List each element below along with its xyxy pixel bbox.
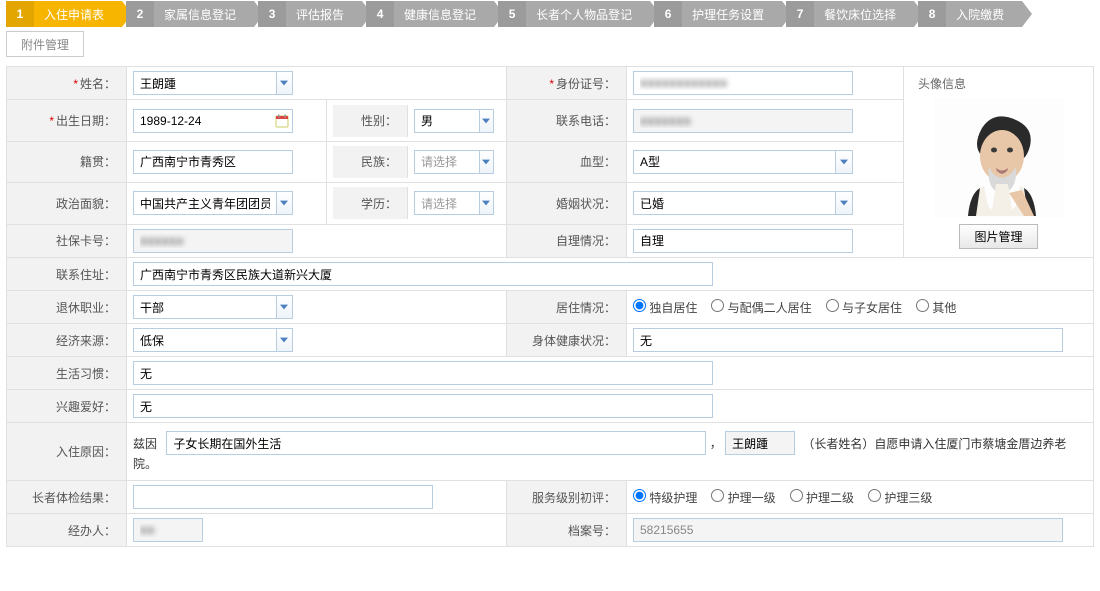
health-input[interactable]	[633, 328, 1063, 352]
reason-text-input[interactable]	[166, 431, 706, 455]
lbl-idcard: *身份证号：	[507, 67, 627, 100]
blood-select[interactable]	[633, 150, 853, 174]
self-care-input[interactable]	[633, 229, 853, 253]
retire-job-select[interactable]	[133, 295, 293, 319]
tab-attachments[interactable]: 附件管理	[6, 31, 84, 57]
exam-result-input[interactable]	[133, 485, 433, 509]
habit-input[interactable]	[133, 361, 713, 385]
social-no-input[interactable]	[133, 229, 293, 253]
service-option[interactable]: 护理二级	[790, 491, 854, 505]
tab-4[interactable]: 4健康信息登记	[366, 1, 494, 27]
tab-2[interactable]: 2家属信息登记	[126, 1, 254, 27]
gender-select[interactable]	[414, 109, 494, 133]
service-option[interactable]: 护理三级	[868, 491, 932, 505]
tab-1[interactable]: 1入住申请表	[6, 1, 122, 27]
wizard-tabs: 1入住申请表2家属信息登记3评估报告4健康信息登记5长者个人物品登记6护理任务设…	[6, 0, 1094, 58]
tab-6[interactable]: 6护理任务设置	[654, 1, 782, 27]
idcard-input[interactable]	[633, 71, 853, 95]
native-place-input[interactable]	[133, 150, 293, 174]
service-option[interactable]: 护理一级	[711, 491, 775, 505]
political-select[interactable]	[133, 191, 293, 215]
living-radio-group: 独自居住 与配偶二人居住 与子女居住 其他	[633, 301, 970, 315]
tab-8[interactable]: 8入院缴费	[918, 1, 1022, 27]
living-option[interactable]: 与配偶二人居住	[711, 301, 811, 315]
nation-select[interactable]	[414, 150, 494, 174]
living-option[interactable]: 与子女居住	[826, 301, 902, 315]
avatar-section: 头像信息 图片管理	[910, 71, 1087, 253]
marital-select[interactable]	[633, 191, 853, 215]
archive-no-input	[633, 518, 1063, 542]
income-select[interactable]	[133, 328, 293, 352]
name-input[interactable]	[133, 71, 293, 95]
birth-input[interactable]	[133, 109, 293, 133]
admission-form: *姓名： *身份证号： 头像信息	[6, 66, 1094, 547]
avatar-image	[934, 98, 1064, 218]
lbl-name: *姓名：	[7, 67, 127, 100]
tab-7[interactable]: 7餐饮床位选择	[786, 1, 914, 27]
avatar-manage-button[interactable]: 图片管理	[959, 224, 1037, 249]
calendar-icon[interactable]	[273, 110, 292, 132]
phone-input[interactable]	[633, 109, 853, 133]
hobby-input[interactable]	[133, 394, 713, 418]
reason-name-input	[725, 431, 795, 455]
living-option[interactable]: 其他	[916, 301, 956, 315]
address-input[interactable]	[133, 262, 713, 286]
education-select[interactable]	[414, 191, 494, 215]
operator-input[interactable]	[133, 518, 203, 542]
tab-3[interactable]: 3评估报告	[258, 1, 362, 27]
name-dropdown[interactable]	[276, 72, 292, 94]
service-level-radio-group: 特级护理 护理一级 护理二级 护理三级	[633, 491, 946, 505]
chevron-down-icon[interactable]	[479, 110, 493, 132]
tab-5[interactable]: 5长者个人物品登记	[498, 1, 650, 27]
living-option[interactable]: 独自居住	[633, 301, 697, 315]
service-option[interactable]: 特级护理	[633, 491, 697, 505]
